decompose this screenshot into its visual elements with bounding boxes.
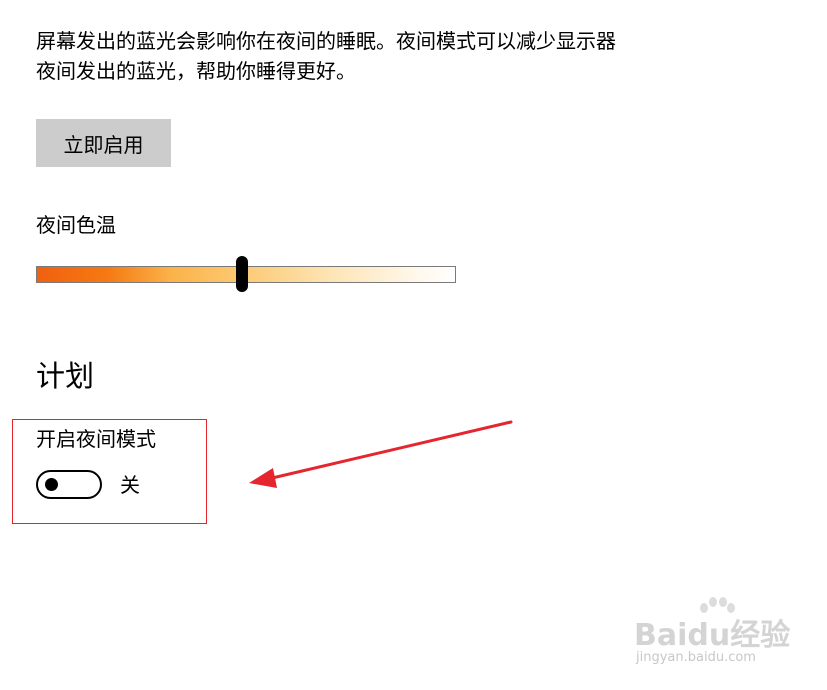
watermark-logo: Baidu经验 xyxy=(634,618,791,653)
watermark-url: jingyan.baidu.com xyxy=(636,650,756,665)
annotation-arrow-icon xyxy=(249,420,513,488)
baidu-watermark: Baidu经验 jingyan.baidu.com xyxy=(632,597,792,670)
